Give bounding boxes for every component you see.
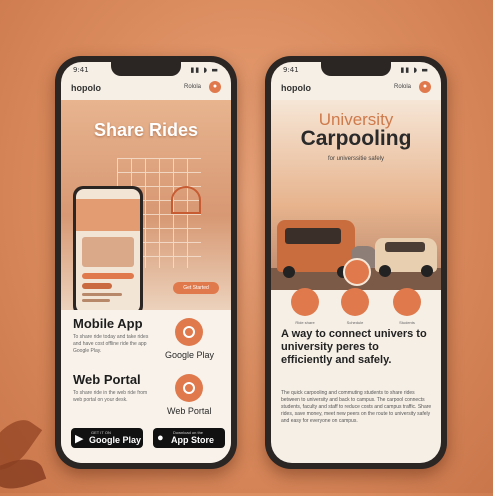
phone-screen-left: 9:41 ▮▮ ◗ ▬ hopolo Rolola ● Share Rides [61, 62, 231, 463]
feature-label: Schedule [346, 320, 364, 325]
mini-image [82, 237, 134, 267]
van-graphic [277, 220, 355, 278]
sedan-graphic [375, 238, 437, 277]
phone-mockup-right: 9:41 ▮▮ ◗ ▬ hopolo Rolola ● University C… [265, 56, 447, 469]
store-big-text: Google Play [89, 435, 142, 445]
hero-title-line2: Carpooling [300, 127, 412, 150]
wheel [379, 265, 391, 277]
web-portal-icon[interactable] [175, 374, 203, 402]
web-portal-title: Web Portal [73, 372, 141, 387]
tagline-text: A way to connect univers to university p… [281, 328, 427, 366]
ride-share-icon[interactable] [291, 288, 319, 316]
get-started-button[interactable]: Get Started [173, 282, 219, 294]
mini-button [82, 283, 112, 289]
wheel [421, 265, 433, 277]
google-play-label[interactable]: Google Play [165, 350, 214, 360]
map-arch-icon [171, 186, 201, 214]
download-section: Mobile App To share ride today and take … [61, 310, 231, 463]
mini-banner [76, 199, 140, 231]
store-big-text: App Store [171, 435, 215, 445]
play-icon: ▶ [75, 433, 84, 445]
app-header: hopolo Rolola ● [281, 80, 431, 96]
phone-notch [111, 62, 181, 76]
mini-phone-graphic [73, 186, 143, 316]
feature-icons-row: Ride share Schedule Students [271, 288, 441, 328]
apple-icon: ● [157, 432, 164, 444]
brand-logo[interactable]: hopolo [281, 83, 311, 93]
app-header: hopolo Rolola ● [71, 80, 221, 96]
students-icon[interactable] [393, 288, 421, 316]
status-time: 9:41 [283, 66, 299, 74]
feature-label: Students [399, 320, 415, 325]
hero-subtitle: for universsitie safely [327, 156, 385, 162]
phone-mockup-left: 9:41 ▮▮ ◗ ▬ hopolo Rolola ● Share Rides [55, 56, 237, 469]
mini-text-line [82, 299, 110, 302]
hero-title: Share Rides [93, 120, 199, 140]
google-play-icon[interactable] [175, 318, 203, 346]
status-icons: ▮▮ ◗ ▬ [400, 66, 429, 74]
mobile-app-title: Mobile App [73, 316, 143, 331]
header-tag: Rolola [183, 84, 201, 90]
wheel [283, 266, 295, 278]
menu-icon[interactable]: ● [419, 81, 431, 93]
hero-section: Share Rides Get Started [61, 100, 231, 316]
google-play-store-button[interactable]: ▶ GET IT ON Google Play [71, 428, 143, 448]
header-tag: Rolola [393, 84, 411, 90]
phone-screen-right: 9:41 ▮▮ ◗ ▬ hopolo Rolola ● University C… [271, 62, 441, 463]
body-paragraph: The quick carpooling and commuting stude… [281, 390, 432, 424]
schedule-icon[interactable] [341, 288, 369, 316]
feature-label: Ride share [295, 320, 315, 325]
mobile-app-text: To share ride today and take rides and h… [73, 334, 149, 354]
mini-phone-screen [76, 189, 140, 313]
status-time: 9:41 [73, 66, 89, 74]
status-icons: ▮▮ ◗ ▬ [190, 66, 219, 74]
phone-notch [321, 62, 391, 76]
menu-icon[interactable]: ● [209, 81, 221, 93]
location-icon[interactable] [343, 258, 371, 286]
web-portal-text: To share ride in the web ride from web p… [73, 390, 148, 403]
app-store-button[interactable]: ● Download on the App Store [153, 428, 225, 448]
web-portal-label[interactable]: Web Portal [167, 406, 211, 416]
mini-button [82, 273, 134, 279]
mini-text-line [82, 293, 122, 296]
brand-logo[interactable]: hopolo [71, 83, 101, 93]
